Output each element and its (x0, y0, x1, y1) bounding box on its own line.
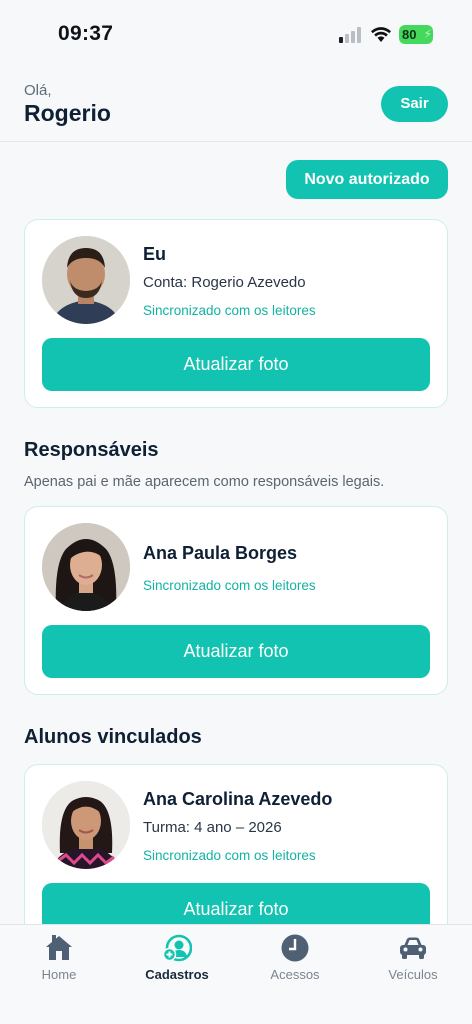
status-time: 09:37 (58, 22, 114, 45)
status-bar: 09:37 80 ⚡ (0, 0, 472, 70)
avatar (42, 523, 130, 611)
battery-level: 80 (402, 27, 417, 42)
battery-icon: 80 ⚡ (399, 25, 433, 44)
tab-label: Home (41, 967, 77, 982)
update-photo-button[interactable]: Atualizar foto (42, 625, 430, 678)
sync-status: Sincronizado com os leitores (143, 303, 316, 318)
logout-button[interactable]: Sair (381, 86, 448, 122)
tab-cadastros[interactable]: Cadastros (118, 933, 236, 982)
avatar (42, 781, 130, 869)
sync-status: Sincronizado com os leitores (143, 848, 316, 863)
clock-icon (281, 934, 309, 962)
account-name: Conta: Rogerio Azevedo (143, 274, 306, 291)
user-name: Rogerio (24, 100, 111, 126)
tab-veiculos[interactable]: Veículos (354, 933, 472, 982)
user-add-icon (162, 934, 192, 962)
section-title-guardians: Responsáveis (24, 439, 159, 461)
person-name: Ana Carolina Azevedo (143, 789, 333, 809)
student-class: Turma: 4 ano – 2026 (143, 819, 282, 836)
greeting: Olá, (24, 82, 52, 99)
new-authorized-button[interactable]: Novo autorizado (286, 160, 448, 199)
wifi-icon (371, 27, 391, 42)
avatar (42, 236, 130, 324)
tab-label: Veículos (388, 967, 438, 982)
sync-status: Sincronizado com os leitores (143, 578, 316, 593)
car-icon (400, 937, 426, 959)
tab-label: Acessos (270, 967, 320, 982)
tab-home[interactable]: Home (0, 933, 118, 982)
guardian-card: Ana Paula Borges Sincronizado com os lei… (24, 506, 448, 695)
self-card: Eu Conta: Rogerio Azevedo Sincronizado c… (24, 219, 448, 408)
person-name: Ana Paula Borges (143, 543, 298, 563)
home-icon (46, 935, 72, 960)
cellular-signal-icon (339, 27, 363, 43)
tab-bar: Home Cadastros Acessos Veículos (0, 924, 472, 1024)
tab-acessos[interactable]: Acessos (236, 933, 354, 982)
person-name: Eu (143, 244, 167, 264)
tab-label: Cadastros (145, 967, 209, 982)
section-subtitle-guardians: Apenas pai e mãe aparecem como responsáv… (24, 474, 385, 490)
header: Olá, Rogerio Sair (0, 70, 472, 142)
update-photo-button[interactable]: Atualizar foto (42, 338, 430, 391)
section-title-students: Alunos vinculados (24, 726, 202, 748)
